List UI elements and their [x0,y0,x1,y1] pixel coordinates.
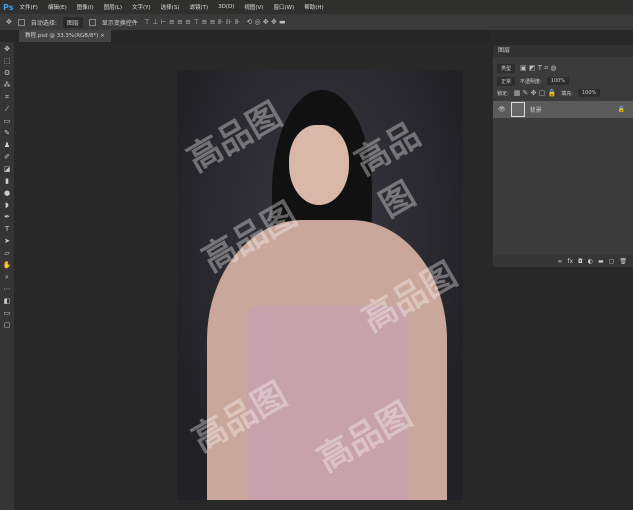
3d-mode-icons[interactable]: ⟲ ◎ ✥ ✥ ▬ [246,18,285,26]
eraser-icon[interactable]: ◪ [4,165,11,174]
healing-icon[interactable]: ▭ [4,117,11,126]
color-swatches-icon[interactable]: ◧ [4,297,11,306]
hand-icon[interactable]: ✋ [3,261,12,270]
path-select-icon[interactable]: ➤ [4,237,10,246]
menu-edit[interactable]: 编辑(E) [48,3,67,11]
blur-icon[interactable]: ● [4,189,10,198]
menu-file[interactable]: 文件(F) [19,3,37,11]
new-layer-icon[interactable]: ▢ [609,258,615,265]
layers-panel-footer: ∞ fx ◘ ◐ ▬ ▢ 🗑 [493,255,633,267]
link-icon[interactable]: ∞ [557,258,562,265]
pen-icon[interactable]: ✒ [4,213,10,222]
show-transform-label: 显示变换控件 [101,19,138,27]
layers-panel-title[interactable]: 图层 [493,45,633,57]
align-icons[interactable]: ⊤ ⊥ ⊢ ≡ ≡ ≡ ⊤ ≡ ≡ ⊪ ⊪ ⊪ [144,18,241,26]
more-icon[interactable]: ⋯ [4,285,11,294]
layer-name: 背景 [529,107,542,114]
eyedropper-icon[interactable]: ⁄ [6,105,7,114]
text-icon[interactable]: T [5,225,9,234]
layer-row[interactable]: 👁 背景 🔒 [493,101,633,118]
shape-icon[interactable]: ▱ [4,249,9,258]
crop-icon[interactable]: ⌗ [5,93,9,102]
history-brush-icon[interactable]: ✐ [4,153,10,162]
filter-icons[interactable]: ▣ ◩ T ⌗ ◍ [520,64,556,73]
quick-mask-icon[interactable]: ▭ [4,309,11,318]
menu-view[interactable]: 视图(V) [244,3,263,11]
opacity-input[interactable]: 100% [546,77,569,85]
eye-icon[interactable]: 👁 [498,106,506,113]
photo-face [289,125,349,205]
menu-help[interactable]: 帮助(H) [304,3,323,11]
brush-icon[interactable]: ✎ [4,129,10,138]
menu-select[interactable]: 选择(S) [161,3,180,11]
trash-icon[interactable]: 🗑 [619,258,627,265]
opacity-label: 不透明度: [520,78,542,85]
mask-icon[interactable]: ◘ [578,258,583,265]
dodge-icon[interactable]: ◗ [5,201,9,210]
lasso-icon[interactable]: ʘ [4,69,10,78]
photoshop-logo: Ps [3,2,14,12]
document-canvas[interactable]: 高品图 高品图 高品图 高品图 高品图 高品图 [177,70,463,500]
fx-icon[interactable]: fx [567,258,573,265]
stamp-icon[interactable]: ♟ [4,141,10,150]
menu-layer[interactable]: 图层(L) [104,3,122,11]
menu-type[interactable]: 文字(Y) [132,3,151,11]
toolbar: ✥ ⬚ ʘ ⁂ ⌗ ⁄ ▭ ✎ ♟ ✐ ◪ ▮ ● ◗ ✒ T ➤ ▱ ✋ ⌕ … [0,42,14,510]
lock-icons[interactable]: ▦ ✎ ✥ ▢ 🔒 [514,89,557,97]
screen-mode-icon[interactable]: ▢ [4,321,11,330]
move-tool-icon[interactable]: ✥ [6,18,12,26]
document-tab-bar: 教程.psd @ 33.3%(RGB/8*) × [15,30,490,42]
blend-mode-dropdown[interactable]: 正常 [497,76,516,86]
gradient-icon[interactable]: ▮ [5,177,9,186]
move-icon[interactable]: ✥ [4,45,10,54]
menu-filter[interactable]: 滤镜(T) [189,3,208,11]
magic-wand-icon[interactable]: ⁂ [4,81,11,90]
layer-filter-dropdown[interactable]: 类型 [497,63,516,73]
menu-3d[interactable]: 3D(D) [218,4,234,10]
lock-icon: 🔒 [617,106,625,113]
auto-select-checkbox[interactable] [17,18,25,26]
layer-thumbnail [510,102,525,117]
menu-window[interactable]: 窗口(W) [273,3,294,11]
zoom-icon[interactable]: ⌕ [5,273,9,282]
folder-icon[interactable]: ▬ [598,258,604,265]
menu-image[interactable]: 图像(I) [77,3,94,11]
fill-label: 填充: [561,90,573,97]
options-bar: ✥ 自动选择: 图层 显示变换控件 ⊤ ⊥ ⊢ ≡ ≡ ≡ ⊤ ≡ ≡ ⊪ ⊪ … [0,14,633,30]
show-transform-checkbox[interactable] [88,18,96,26]
document-tab[interactable]: 教程.psd @ 33.3%(RGB/8*) × [19,30,111,42]
lock-label: 锁定: [497,90,509,97]
auto-select-label: 自动选择: [30,19,57,27]
menu-bar: Ps 文件(F) 编辑(E) 图像(I) 图层(L) 文字(Y) 选择(S) 滤… [0,0,633,14]
layers-panel: 图层 类型 ▣ ◩ T ⌗ ◍ 正常 不透明度: 100% 锁定: ▦ ✎ ✥ … [493,45,633,267]
close-icon[interactable]: × [100,33,105,39]
auto-select-dropdown[interactable]: 图层 [62,16,83,28]
marquee-icon[interactable]: ⬚ [4,57,11,66]
fill-input[interactable]: 100% [577,89,601,97]
document-tab-title: 教程.psd @ 33.3%(RGB/8*) [25,33,99,39]
adjustment-icon[interactable]: ◐ [588,258,593,265]
